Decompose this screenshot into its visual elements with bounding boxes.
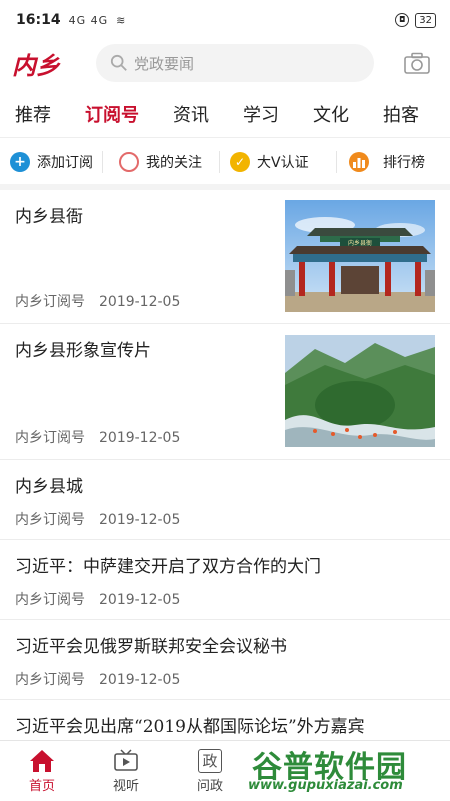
news-thumbnail — [285, 335, 435, 447]
tab-recommend[interactable]: 推荐 — [15, 101, 51, 127]
news-source: 内乡订阅号 — [15, 592, 85, 608]
tab-culture[interactable]: 文化 — [313, 101, 349, 127]
add-subscription-button[interactable]: + 添加订阅 — [0, 144, 102, 180]
ranking-label: 排行榜 — [383, 155, 425, 171]
nav-media[interactable]: 视听 — [84, 741, 168, 801]
list-item[interactable]: 习近平会见俄罗斯联邦安全会议秘书 内乡订阅号 2019-12-05 — [0, 620, 450, 700]
nav-home[interactable]: 首页 — [0, 741, 84, 801]
bigv-certify-button[interactable]: ✓ 大V认证 — [220, 144, 336, 180]
news-date: 2019-12-05 — [99, 294, 181, 310]
news-source: 内乡订阅号 — [15, 672, 85, 688]
news-title: 内乡县衙 — [15, 207, 83, 227]
app-header: 内乡 党政要闻 — [0, 38, 450, 88]
status-bar: 16:14 4G 4G ≋ ◘ 32 — [0, 0, 450, 40]
news-title: 习近平会见俄罗斯联邦安全会议秘书 — [15, 637, 287, 657]
add-subscription-label: 添加订阅 — [37, 155, 93, 171]
news-source: 内乡订阅号 — [15, 512, 85, 528]
news-title: 习近平：中萨建交开启了双方合作的大门 — [15, 557, 321, 577]
tabs-divider — [0, 137, 450, 138]
nav-media-label: 视听 — [112, 778, 139, 794]
news-date: 2019-12-05 — [99, 592, 181, 608]
news-date: 2019-12-05 — [99, 512, 181, 528]
quick-actions: + 添加订阅 我的关注 ✓ 大V认证 排行榜 — [0, 144, 450, 180]
list-item[interactable]: 习近平：中萨建交开启了双方合作的大门 内乡订阅号 2019-12-05 — [0, 540, 450, 620]
list-item[interactable]: 内乡县城 内乡订阅号 2019-12-05 — [0, 460, 450, 540]
news-meta: 内乡订阅号 2019-12-05 — [15, 589, 180, 609]
news-meta: 内乡订阅号 2019-12-05 — [15, 427, 180, 447]
nav-gov-label: 问政 — [196, 778, 223, 794]
wifi-icon: ≋ — [116, 13, 127, 27]
category-tabs: 推荐 订阅号 资讯 学习 文化 拍客 经济 — [0, 92, 450, 136]
tv-icon — [114, 748, 138, 771]
my-follows-label: 我的关注 — [146, 155, 202, 171]
follow-icon — [119, 152, 139, 172]
gov-icon: 政 — [198, 748, 222, 773]
news-meta: 内乡订阅号 2019-12-05 — [15, 669, 180, 689]
nav-gov[interactable]: 政 问政 — [168, 741, 252, 801]
tab-news[interactable]: 资讯 — [173, 101, 209, 127]
status-time: 16:14 — [16, 12, 61, 28]
search-placeholder: 党政要闻 — [134, 54, 195, 73]
news-title: 内乡县城 — [15, 477, 83, 497]
lock-icon: ◘ — [395, 13, 410, 27]
news-source: 内乡订阅号 — [15, 430, 85, 446]
news-date: 2019-12-05 — [99, 430, 181, 446]
app-logo: 内乡 — [12, 50, 60, 80]
list-item[interactable]: 内乡县衙 内乡订阅号 2019-12-05 内乡县衙 — [0, 190, 450, 324]
list-item[interactable]: 内乡县形象宣传片 内乡订阅号 2019-12-05 — [0, 324, 450, 460]
search-icon — [110, 54, 127, 71]
battery-icon: 32 — [415, 12, 436, 28]
watermark-url: www.gupuxiazai.com — [248, 778, 403, 793]
news-source: 内乡订阅号 — [15, 294, 85, 310]
news-meta: 内乡订阅号 2019-12-05 — [15, 291, 180, 311]
my-follows-button[interactable]: 我的关注 — [103, 144, 219, 180]
check-icon: ✓ — [230, 152, 250, 172]
news-title: 内乡县形象宣传片 — [15, 341, 151, 361]
gate-signboard: 内乡县衙 — [348, 239, 372, 247]
search-bar[interactable]: 党政要闻 — [96, 44, 374, 82]
news-date: 2019-12-05 — [99, 672, 181, 688]
ranking-button[interactable]: 排行榜 — [337, 144, 447, 180]
bar-chart-icon — [349, 152, 369, 172]
signal-icon: 4G 4G — [68, 13, 109, 27]
camera-icon[interactable] — [404, 52, 430, 74]
tab-study[interactable]: 学习 — [243, 101, 279, 127]
tab-subscription[interactable]: 订阅号 — [85, 101, 139, 127]
news-meta: 内乡订阅号 2019-12-05 — [15, 509, 180, 529]
tab-photographer[interactable]: 拍客 — [383, 101, 419, 127]
home-icon — [30, 749, 54, 772]
plus-icon: + — [10, 152, 30, 172]
news-title: 习近平会见出席“2019从都国际论坛”外方嘉宾 — [15, 717, 365, 737]
bigv-certify-label: 大V认证 — [257, 155, 309, 171]
news-thumbnail: 内乡县衙 — [285, 200, 435, 312]
news-list: 内乡县衙 内乡订阅号 2019-12-05 内乡县衙 内乡县形象宣传片 内乡订阅… — [0, 190, 450, 760]
watermark: 谷普软件园 www.gupuxiazai.com — [246, 740, 450, 800]
nav-home-label: 首页 — [28, 778, 55, 794]
